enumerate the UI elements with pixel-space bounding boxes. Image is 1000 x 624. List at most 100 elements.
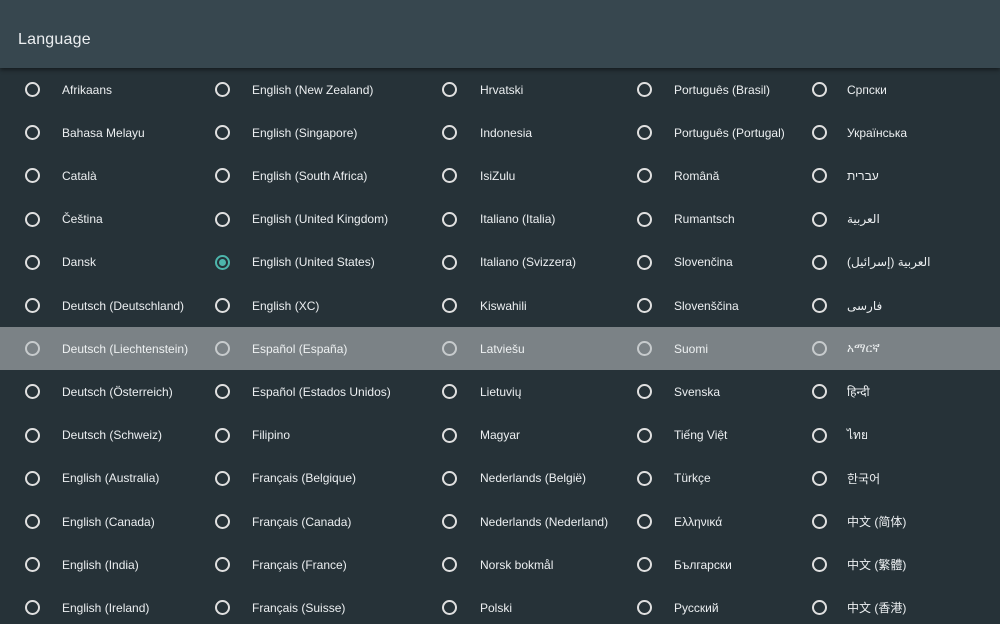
language-option[interactable]: Српски	[812, 68, 887, 111]
language-option[interactable]: Deutsch (Schweiz)	[25, 414, 162, 457]
language-option[interactable]: አማርኛ	[812, 327, 880, 370]
language-option[interactable]: Afrikaans	[25, 68, 112, 111]
radio-button-icon[interactable]	[442, 470, 457, 486]
radio-button-icon[interactable]	[812, 168, 827, 184]
language-option[interactable]: Kiswahili	[442, 284, 527, 327]
radio-button-icon[interactable]	[25, 125, 40, 141]
radio-button-icon[interactable]	[25, 254, 40, 270]
language-option[interactable]: فارسی	[812, 284, 882, 327]
language-option[interactable]: Português (Portugal)	[637, 111, 785, 154]
radio-button-icon[interactable]	[215, 557, 230, 573]
language-option[interactable]: Български	[637, 543, 732, 586]
radio-button-icon[interactable]	[442, 298, 457, 313]
language-option[interactable]: English (South Africa)	[215, 154, 367, 197]
language-option[interactable]: Français (France)	[215, 543, 347, 586]
radio-button-icon[interactable]	[215, 125, 230, 141]
radio-button-icon[interactable]	[25, 514, 40, 529]
language-option[interactable]: 中文 (简体)	[812, 500, 906, 543]
language-option[interactable]: ไทย	[812, 414, 868, 457]
language-option[interactable]: Tiếng Việt	[637, 414, 727, 457]
language-option[interactable]: Filipino	[215, 414, 290, 457]
language-option[interactable]: English (Canada)	[25, 500, 155, 543]
radio-button-icon[interactable]	[215, 514, 230, 529]
language-option[interactable]: Hrvatski	[442, 68, 523, 111]
radio-button-icon[interactable]	[215, 254, 230, 270]
language-list[interactable]: Afrikaans English (New Zealand) Hrvatski Po…	[0, 68, 1000, 624]
language-option[interactable]: العربية (إسرائيل)	[812, 241, 931, 284]
radio-button-icon[interactable]	[215, 470, 230, 486]
language-option[interactable]: Lietuvių	[442, 370, 521, 413]
radio-button-icon[interactable]	[215, 600, 230, 616]
language-option[interactable]: IsiZulu	[442, 154, 515, 197]
radio-button-icon[interactable]	[812, 427, 827, 443]
language-option[interactable]: English (Australia)	[25, 457, 159, 500]
language-option[interactable]: Español (España)	[215, 327, 347, 370]
language-option[interactable]: Dansk	[25, 241, 96, 284]
language-option[interactable]: Latviešu	[442, 327, 525, 370]
radio-button-icon[interactable]	[637, 168, 652, 184]
radio-button-icon[interactable]	[215, 341, 230, 357]
radio-button-icon[interactable]	[812, 384, 827, 400]
radio-button-icon[interactable]	[442, 341, 457, 357]
radio-button-icon[interactable]	[812, 211, 827, 227]
language-option[interactable]: English (Ireland)	[25, 586, 149, 624]
radio-button-icon[interactable]	[215, 168, 230, 184]
radio-button-icon[interactable]	[215, 298, 230, 313]
language-option[interactable]: Magyar	[442, 414, 520, 457]
radio-button-icon[interactable]	[637, 600, 652, 616]
radio-button-icon[interactable]	[25, 298, 40, 313]
radio-button-icon[interactable]	[442, 254, 457, 270]
radio-button-icon[interactable]	[812, 125, 827, 141]
radio-button-icon[interactable]	[812, 341, 827, 357]
language-option[interactable]: English (India)	[25, 543, 139, 586]
radio-button-icon[interactable]	[812, 254, 827, 270]
language-option[interactable]: Français (Canada)	[215, 500, 351, 543]
language-option[interactable]: Українська	[812, 111, 907, 154]
language-option[interactable]: 한국어	[812, 457, 880, 500]
radio-button-icon[interactable]	[637, 341, 652, 357]
language-option[interactable]: עברית	[812, 154, 879, 197]
language-option[interactable]: Slovenčina	[637, 241, 733, 284]
radio-button-icon[interactable]	[812, 514, 827, 529]
language-option[interactable]: English (United States)	[215, 241, 375, 284]
language-option[interactable]: English (Singapore)	[215, 111, 357, 154]
radio-button-icon[interactable]	[637, 254, 652, 270]
radio-button-icon[interactable]	[442, 514, 457, 529]
language-option[interactable]: Čeština	[25, 198, 103, 241]
language-option[interactable]: Català	[25, 154, 97, 197]
language-option[interactable]: Русский	[637, 586, 719, 624]
radio-button-icon[interactable]	[637, 82, 652, 97]
language-option[interactable]: Polski	[442, 586, 512, 624]
radio-button-icon[interactable]	[442, 600, 457, 616]
radio-button-icon[interactable]	[215, 384, 230, 400]
radio-button-icon[interactable]	[25, 384, 40, 400]
radio-button-icon[interactable]	[637, 427, 652, 443]
radio-button-icon[interactable]	[637, 557, 652, 573]
language-option[interactable]: 中文 (香港)	[812, 586, 906, 624]
radio-button-icon[interactable]	[637, 298, 652, 313]
language-option[interactable]: Slovenščina	[637, 284, 739, 327]
radio-button-icon[interactable]	[25, 211, 40, 227]
radio-button-icon[interactable]	[637, 514, 652, 529]
radio-button-icon[interactable]	[812, 470, 827, 486]
language-option[interactable]: English (United Kingdom)	[215, 198, 388, 241]
language-option[interactable]: Română	[637, 154, 719, 197]
radio-button-icon[interactable]	[442, 82, 457, 97]
radio-button-icon[interactable]	[637, 211, 652, 227]
radio-button-icon[interactable]	[442, 125, 457, 141]
radio-button-icon[interactable]	[442, 557, 457, 573]
radio-button-icon[interactable]	[215, 82, 230, 97]
radio-button-icon[interactable]	[442, 384, 457, 400]
radio-button-icon[interactable]	[25, 600, 40, 616]
language-option[interactable]: Svenska	[637, 370, 720, 413]
language-option[interactable]: Rumantsch	[637, 198, 735, 241]
language-option[interactable]: Indonesia	[442, 111, 532, 154]
radio-button-icon[interactable]	[25, 82, 40, 97]
language-option[interactable]: العربية	[812, 198, 880, 241]
language-option[interactable]: Nederlands (Nederland)	[442, 500, 608, 543]
radio-button-icon[interactable]	[25, 557, 40, 573]
language-option[interactable]: Türkçe	[637, 457, 711, 500]
radio-button-icon[interactable]	[442, 211, 457, 227]
language-option[interactable]: Português (Brasil)	[637, 68, 770, 111]
radio-button-icon[interactable]	[812, 557, 827, 573]
